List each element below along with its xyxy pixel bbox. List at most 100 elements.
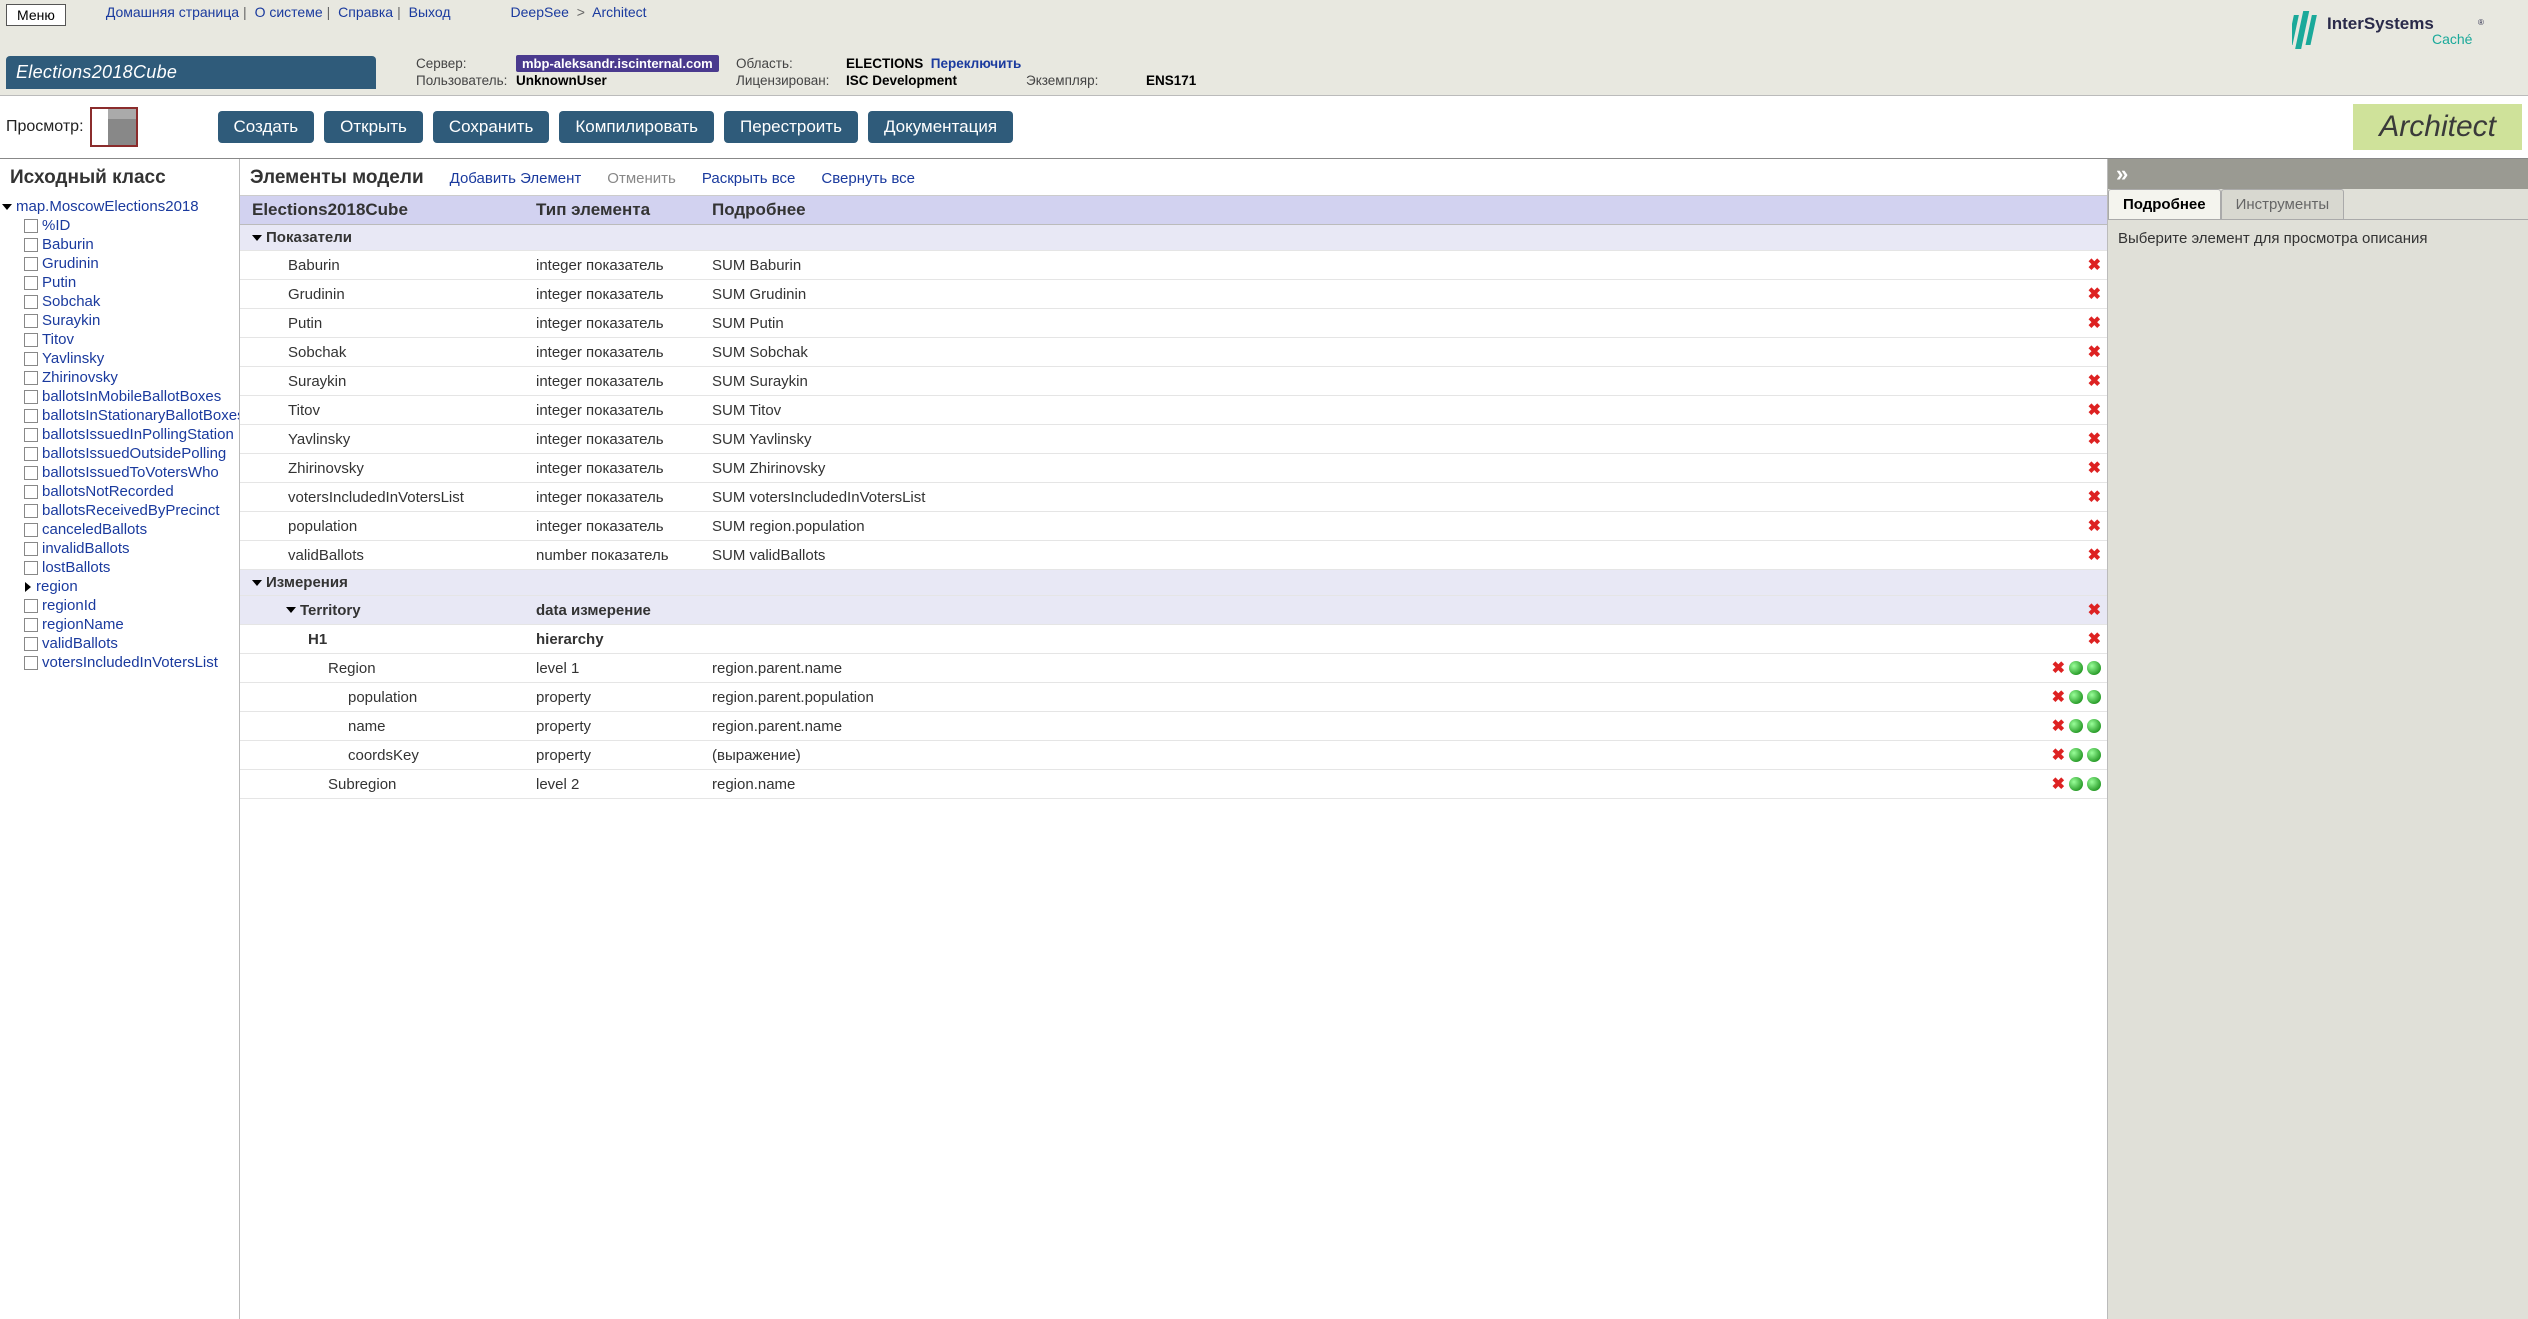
delete-icon[interactable]: ✖ [2088, 516, 2101, 536]
expand-panel-icon[interactable]: » [2116, 161, 2128, 186]
model-row[interactable]: Sobchakinteger показательSUM Sobchak✖ [240, 338, 2107, 367]
model-row[interactable]: Titovinteger показательSUM Titov✖ [240, 396, 2107, 425]
move-up-icon[interactable] [2069, 690, 2083, 704]
model-row[interactable]: coordsKeyproperty(выражение)✖ [240, 741, 2107, 770]
model-row[interactable]: Putininteger показательSUM Putin✖ [240, 309, 2107, 338]
model-row[interactable]: Yavlinskyinteger показательSUM Yavlinsky… [240, 425, 2107, 454]
model-row[interactable]: votersIncludedInVotersListinteger показа… [240, 483, 2107, 512]
menu-button[interactable]: Меню [6, 4, 66, 26]
move-up-icon[interactable] [2069, 748, 2083, 762]
move-up-icon[interactable] [2069, 719, 2083, 733]
delete-icon[interactable]: ✖ [2088, 400, 2101, 420]
tree-item[interactable]: invalidBallots [4, 539, 239, 558]
expand-all-link[interactable]: Раскрыть все [702, 170, 796, 187]
delete-icon[interactable]: ✖ [2088, 487, 2101, 507]
tree-item[interactable]: ballotsReceivedByPrecinct [4, 501, 239, 520]
tree-item[interactable]: %ID [4, 216, 239, 235]
delete-icon[interactable]: ✖ [2088, 429, 2101, 449]
delete-icon[interactable]: ✖ [2052, 658, 2065, 678]
tab-tools[interactable]: Инструменты [2221, 189, 2345, 219]
tree-item[interactable]: Titov [4, 330, 239, 349]
rebuild-button[interactable]: Перестроить [724, 111, 858, 143]
tree-item[interactable]: lostBallots [4, 558, 239, 577]
tree-item[interactable]: Grudinin [4, 254, 239, 273]
model-row[interactable]: populationpropertyregion.parent.populati… [240, 683, 2107, 712]
tree-item[interactable]: ballotsInStationaryBallotBoxes [4, 406, 239, 425]
model-row[interactable]: Suraykininteger показательSUM Suraykin✖ [240, 367, 2107, 396]
breadcrumb-architect[interactable]: Architect [592, 4, 646, 20]
model-row[interactable]: Показатели [240, 225, 2107, 251]
tree-item[interactable]: canceledBallots [4, 520, 239, 539]
model-row[interactable]: Territorydata измерение✖ [240, 596, 2107, 625]
move-down-icon[interactable] [2087, 719, 2101, 733]
breadcrumb-deepsee[interactable]: DeepSee [511, 4, 569, 20]
triangle-down-icon[interactable] [286, 607, 296, 613]
tree-item[interactable]: Suraykin [4, 311, 239, 330]
tree-item[interactable]: ballotsInMobileBallotBoxes [4, 387, 239, 406]
model-row[interactable]: validBallotsnumber показательSUM validBa… [240, 541, 2107, 570]
collapse-all-link[interactable]: Свернуть все [821, 170, 915, 187]
delete-icon[interactable]: ✖ [2088, 458, 2101, 478]
tree-item[interactable]: ballotsNotRecorded [4, 482, 239, 501]
model-row[interactable]: Subregionlevel 2region.name✖ [240, 770, 2107, 799]
tree-item[interactable]: validBallots [4, 634, 239, 653]
nav-home[interactable]: Домашняя страница [106, 4, 239, 20]
tree-item[interactable]: Baburin [4, 235, 239, 254]
delete-icon[interactable]: ✖ [2088, 600, 2101, 620]
tree-item[interactable]: votersIncludedInVotersList [4, 653, 239, 672]
tree-item[interactable]: ballotsIssuedOutsidePolling [4, 444, 239, 463]
delete-icon[interactable]: ✖ [2088, 284, 2101, 304]
tree-item[interactable]: regionName [4, 615, 239, 634]
open-button[interactable]: Открыть [324, 111, 423, 143]
env-switch-link[interactable]: Переключить [931, 56, 1022, 71]
delete-icon[interactable]: ✖ [2088, 371, 2101, 391]
delete-icon[interactable]: ✖ [2088, 629, 2101, 649]
model-row[interactable]: namepropertyregion.parent.name✖ [240, 712, 2107, 741]
move-down-icon[interactable] [2087, 661, 2101, 675]
triangle-down-icon[interactable] [252, 580, 262, 586]
delete-icon[interactable]: ✖ [2088, 342, 2101, 362]
tab-details[interactable]: Подробнее [2108, 189, 2221, 219]
tree-item[interactable]: ballotsIssuedToVotersWho [4, 463, 239, 482]
docs-button[interactable]: Документация [868, 111, 1013, 143]
model-row[interactable]: Grudinininteger показательSUM Grudinin✖ [240, 280, 2107, 309]
move-down-icon[interactable] [2087, 690, 2101, 704]
model-row[interactable]: Zhirinovskyinteger показательSUM Zhirino… [240, 454, 2107, 483]
create-button[interactable]: Создать [218, 111, 315, 143]
nav-logout[interactable]: Выход [409, 4, 451, 20]
tree-item[interactable]: Sobchak [4, 292, 239, 311]
compile-button[interactable]: Компилировать [559, 111, 714, 143]
save-button[interactable]: Сохранить [433, 111, 549, 143]
move-up-icon[interactable] [2069, 777, 2083, 791]
delete-icon[interactable]: ✖ [2052, 745, 2065, 765]
delete-icon[interactable]: ✖ [2052, 716, 2065, 736]
move-up-icon[interactable] [2069, 661, 2083, 675]
tree-root[interactable]: map.MoscowElections2018 [16, 198, 199, 215]
delete-icon[interactable]: ✖ [2088, 313, 2101, 333]
nav-help[interactable]: Справка [338, 4, 393, 20]
tree-item[interactable]: ballotsIssuedInPollingStation [4, 425, 239, 444]
model-row[interactable]: H1hierarchy✖ [240, 625, 2107, 654]
triangle-down-icon[interactable] [2, 204, 12, 210]
model-row[interactable]: Baburininteger показательSUM Baburin✖ [240, 251, 2107, 280]
tree-item[interactable]: Zhirinovsky [4, 368, 239, 387]
undo-link[interactable]: Отменить [607, 170, 676, 187]
model-row[interactable]: populationinteger показательSUM region.p… [240, 512, 2107, 541]
model-row[interactable]: Измерения [240, 570, 2107, 596]
model-row[interactable]: Elections2018CubeТип элементаПодробнее [240, 196, 2107, 225]
model-row[interactable]: Regionlevel 1region.parent.name✖ [240, 654, 2107, 683]
delete-icon[interactable]: ✖ [2088, 545, 2101, 565]
nav-about[interactable]: О системе [255, 4, 323, 20]
move-down-icon[interactable] [2087, 748, 2101, 762]
delete-icon[interactable]: ✖ [2052, 774, 2065, 794]
triangle-down-icon[interactable] [252, 235, 262, 241]
move-down-icon[interactable] [2087, 777, 2101, 791]
delete-icon[interactable]: ✖ [2052, 687, 2065, 707]
tree-item[interactable]: Putin [4, 273, 239, 292]
delete-icon[interactable]: ✖ [2088, 255, 2101, 275]
add-element-link[interactable]: Добавить Элемент [450, 170, 582, 187]
tree-item[interactable]: region [4, 577, 239, 596]
tree-item[interactable]: Yavlinsky [4, 349, 239, 368]
view-thumbnail[interactable] [90, 107, 138, 147]
tree-item[interactable]: regionId [4, 596, 239, 615]
